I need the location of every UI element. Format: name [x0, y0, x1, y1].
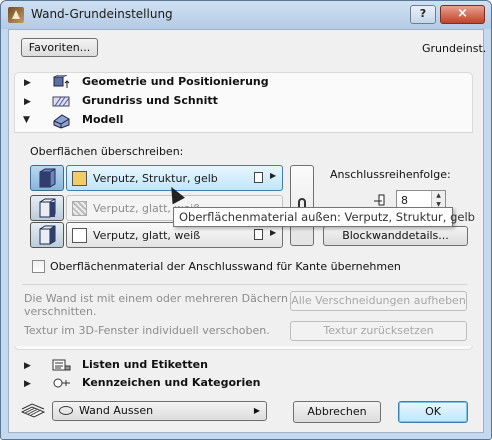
help-button[interactable]: ? [410, 5, 436, 24]
surface-inside-toggle[interactable] [30, 222, 64, 248]
section-label: Grundriss und Schnitt [82, 94, 218, 107]
layer-dropdown[interactable]: Wand Aussen ▶ [52, 401, 267, 421]
expand-arrow-icon[interactable]: ▶ [24, 379, 31, 389]
texture-info-text: Textur im 3D-Fenster individuell verscho… [24, 324, 270, 337]
link-materials-toggle[interactable] [290, 165, 314, 246]
dropdown-arrow-icon[interactable]: ▶ [254, 402, 260, 420]
reset-texture-button[interactable]: Textur zurücksetzen [290, 321, 467, 341]
connection-order-icon [374, 191, 394, 207]
material-tooltip: Oberflächenmaterial außen: Verputz, Stru… [173, 207, 475, 227]
geometry-icon [52, 74, 70, 89]
window-title: Wand-Grundeinstellung [31, 7, 173, 21]
material-swatch [72, 228, 87, 243]
ok-button[interactable]: OK [398, 401, 468, 423]
floorplan-icon [52, 94, 70, 108]
defaults-label: Grundeinst. [422, 42, 487, 55]
surface-edge-toggle[interactable] [30, 195, 64, 221]
roof-info-text: Die Wand ist mit einem oder mehreren Däc… [24, 292, 288, 305]
section-label: Kennzeichen und Kategorien [82, 376, 261, 389]
list-icon [52, 358, 71, 372]
section-model[interactable]: ▼ Modell [14, 112, 473, 130]
roof-info-text-2: verschnitten. [24, 305, 97, 318]
material-swatch [72, 171, 87, 186]
favorites-button[interactable]: Favoriten... [21, 38, 98, 57]
connection-order-label: Anschlussreihenfolge: [330, 168, 451, 181]
override-surfaces-label: Oberflächen überschreiben: [30, 145, 184, 158]
remove-intersections-button[interactable]: Alle Verschneidungen aufheben [290, 291, 467, 311]
material-settings-icon[interactable] [254, 229, 263, 240]
dropdown-arrow-icon[interactable]: ▶ [270, 228, 276, 237]
section-categories[interactable]: ▶ Kennzeichen und Kategorien [14, 375, 473, 393]
wall-outside-icon [39, 168, 56, 188]
collapse-arrow-icon[interactable]: ▼ [23, 115, 30, 125]
section-listing[interactable]: ▶ Listen und Etiketten [14, 357, 473, 375]
divider [22, 284, 467, 285]
dropdown-arrow-icon[interactable]: ▶ [270, 171, 276, 180]
inherit-edge-material-label: Oberflächenmaterial der Anschlusswand fü… [50, 260, 401, 273]
expand-arrow-icon[interactable]: ▶ [24, 361, 31, 371]
section-label: Modell [82, 113, 124, 126]
block-wall-details-button[interactable]: Blockwanddetails... [323, 226, 468, 246]
section-label: Geometrie und Positionierung [82, 75, 269, 88]
wall-edge-icon [39, 198, 56, 218]
material-name: Verputz, glatt, weiß [93, 229, 201, 242]
category-icon [52, 376, 70, 390]
layer-name: Wand Aussen [79, 404, 154, 417]
material-swatch [72, 201, 87, 216]
app-icon [8, 7, 24, 23]
eye-icon [59, 406, 73, 415]
expand-arrow-icon[interactable]: ▶ [24, 78, 31, 88]
close-button[interactable]: × [440, 5, 485, 24]
section-geometry[interactable]: ▶ Geometrie und Positionierung [14, 74, 473, 92]
surface-outside-toggle[interactable] [30, 165, 64, 191]
section-label: Listen und Etiketten [82, 358, 208, 371]
material-name: Verputz, Struktur, gelb [93, 172, 218, 185]
expand-arrow-icon[interactable]: ▶ [24, 97, 31, 107]
cancel-button[interactable]: Abbrechen [293, 401, 381, 423]
material-settings-icon[interactable] [254, 172, 263, 183]
connection-order-value[interactable]: 8 [401, 194, 408, 207]
title-bar[interactable]: Wand-Grundeinstellung ? × [1, 1, 491, 29]
inherit-edge-material-checkbox[interactable] [32, 260, 45, 273]
model-icon [52, 113, 70, 129]
section-floorplan[interactable]: ▶ Grundriss und Schnitt [14, 93, 473, 111]
layer-icon [20, 402, 46, 420]
wall-inside-icon [39, 225, 56, 245]
